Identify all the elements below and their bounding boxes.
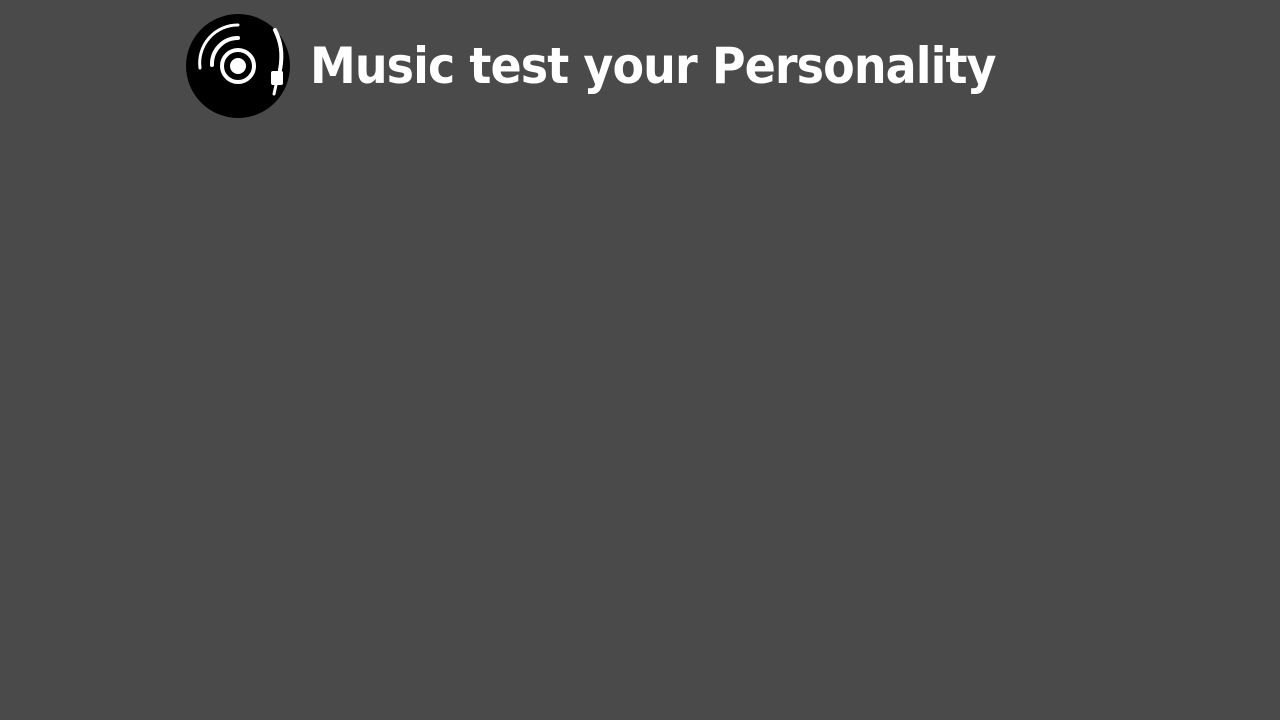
- page-title: Music test your Personality: [310, 37, 997, 95]
- app-header: Music test your Personality: [186, 14, 1055, 118]
- app-screen: Music test your Personality: [0, 0, 1280, 720]
- vinyl-record-icon: [186, 14, 290, 118]
